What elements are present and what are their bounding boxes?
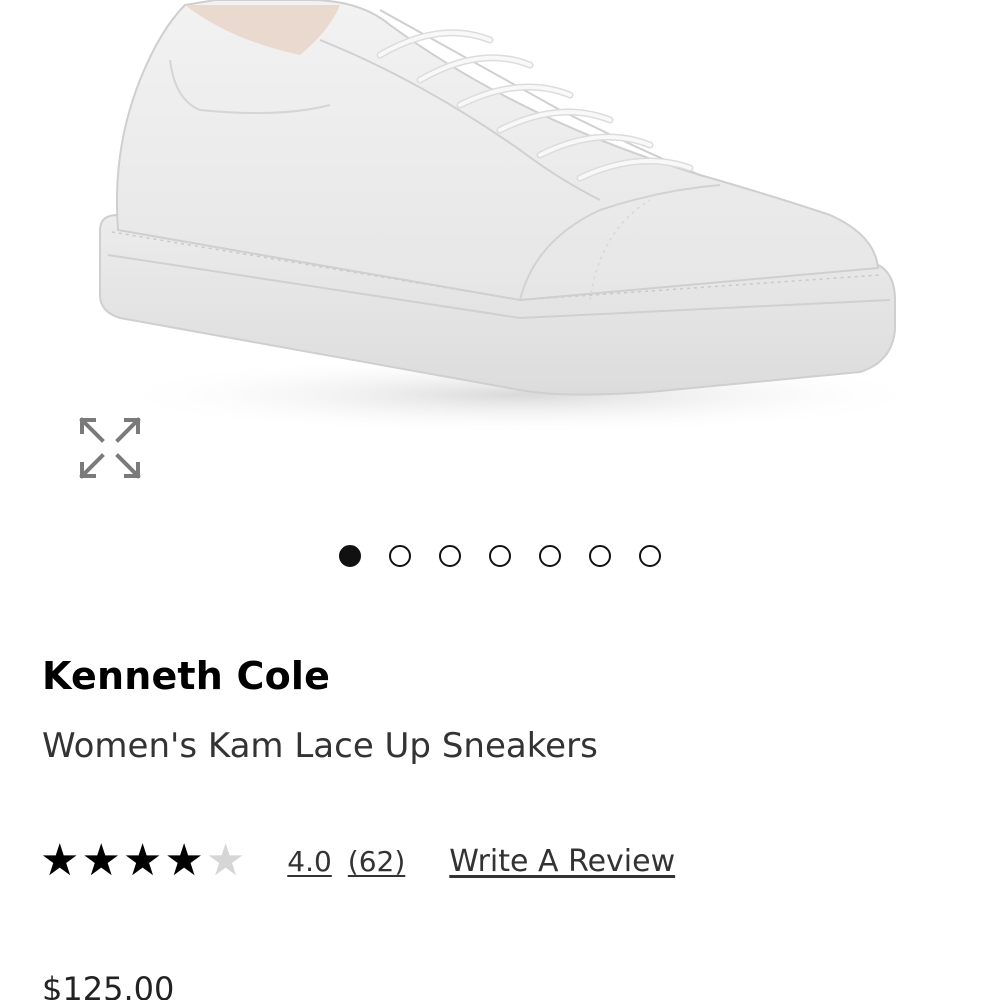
carousel-dot-6[interactable] <box>589 545 611 567</box>
star-filled-icon: ★ <box>122 835 163 886</box>
carousel-dot-5[interactable] <box>539 545 561 567</box>
star-rating[interactable]: ★ ★ ★ ★ ★ <box>40 839 245 883</box>
brand-name[interactable]: Kenneth Cole <box>42 654 330 698</box>
carousel-dot-4[interactable] <box>489 545 511 567</box>
product-page: Kenneth Cole Women's Kam Lace Up Sneaker… <box>0 0 1000 1000</box>
expand-arrows-icon[interactable] <box>72 410 148 486</box>
star-filled-icon: ★ <box>81 835 121 886</box>
review-count-link[interactable]: (62) <box>348 845 405 878</box>
carousel-dot-3[interactable] <box>439 545 461 567</box>
sneaker-image <box>99 0 940 435</box>
carousel-dot-7[interactable] <box>639 545 661 567</box>
star-empty-icon: ★ <box>205 835 246 886</box>
star-filled-icon: ★ <box>40 835 80 886</box>
product-price: $125.00 <box>42 970 175 1000</box>
product-image[interactable] <box>0 0 1000 520</box>
carousel-pagination <box>0 545 1000 567</box>
carousel-dot-2[interactable] <box>389 545 411 567</box>
rating-value-link[interactable]: 4.0 <box>287 845 332 878</box>
product-title: Women's Kam Lace Up Sneakers <box>42 726 598 766</box>
write-review-link[interactable]: Write A Review <box>449 844 675 879</box>
rating-row: ★ ★ ★ ★ ★ 4.0 (62) Write A Review <box>40 836 675 886</box>
carousel-dot-1[interactable] <box>339 545 361 567</box>
star-filled-icon: ★ <box>164 835 204 886</box>
